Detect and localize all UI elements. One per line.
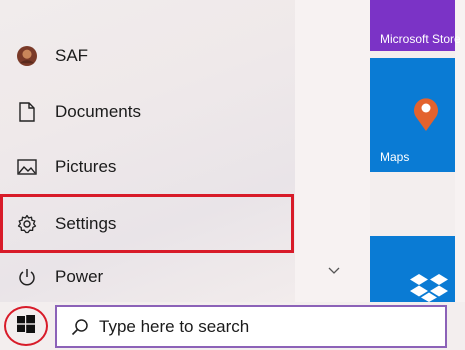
map-pin-icon (411, 94, 441, 137)
power-icon (17, 267, 37, 287)
taskbar-search-box[interactable]: Type here to search (55, 305, 447, 348)
user-avatar (17, 45, 37, 66)
menu-item-user[interactable]: SAF (0, 28, 295, 83)
start-menu-spacer (295, 0, 370, 302)
search-icon (71, 318, 89, 336)
menu-item-label: SAF (55, 45, 89, 65)
tile-label: Microsoft Store (380, 32, 461, 46)
settings-highlight-box (0, 194, 294, 253)
menu-item-pictures[interactable]: Pictures (0, 139, 295, 194)
menu-item-label: Pictures (55, 156, 117, 176)
document-icon (17, 101, 37, 122)
start-button-highlight-circle (4, 306, 48, 346)
tile-label: Maps (380, 150, 410, 164)
menu-item-label: Power (55, 266, 104, 286)
tile-maps[interactable]: Maps (370, 58, 455, 172)
tile-microsoft-store[interactable]: Microsoft Store (370, 0, 461, 51)
search-placeholder: Type here to search (99, 316, 250, 336)
tile-dropbox[interactable] (370, 236, 455, 302)
menu-item-power[interactable]: Power (0, 249, 295, 304)
menu-item-documents[interactable]: Documents (0, 84, 295, 139)
menu-item-label: Documents (55, 101, 141, 121)
chevron-down-icon[interactable] (328, 262, 340, 278)
pictures-icon (17, 157, 37, 177)
